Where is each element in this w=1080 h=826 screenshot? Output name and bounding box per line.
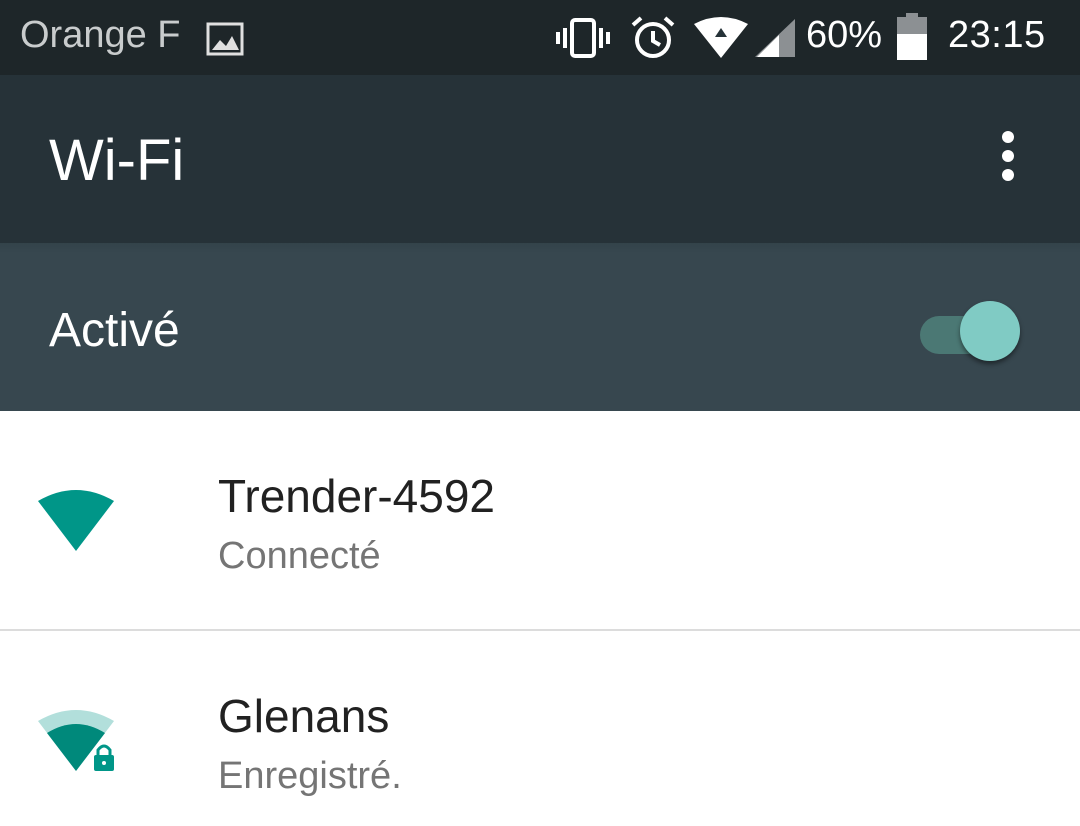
wifi-full-icon [36,489,116,558]
vibrate-icon [555,17,611,64]
gallery-icon [206,22,244,61]
alarm-icon [630,15,676,66]
toggle-thumb[interactable] [960,301,1020,361]
page-title: Wi-Fi [49,128,185,193]
status-bar: Orange F 60% 23:15 [0,0,1080,75]
network-name: Glenans [218,690,390,742]
wifi-master-switch-bar[interactable]: Activé [0,243,1080,411]
overflow-menu-icon[interactable] [986,129,1030,189]
cell-signal-icon [753,17,797,64]
carrier-name: Orange F [20,14,181,56]
network-status: Connecté [218,535,381,577]
network-name: Trender-4592 [218,470,496,522]
wifi-locked-icon [36,709,120,778]
battery-icon [895,12,929,67]
network-list: Trender-4592 Connecté Glenans Enregistré… [0,411,1080,797]
clock: 23:15 [948,14,1046,56]
switch-label: Activé [49,304,180,357]
wifi-icon [693,16,749,65]
wifi-toggle[interactable] [918,295,1028,361]
app-bar: Wi-Fi [0,75,1080,243]
network-item-trender[interactable]: Trender-4592 Connecté [0,411,1080,631]
battery-percent: 60% [806,14,883,56]
network-status: Enregistré. [218,755,402,797]
